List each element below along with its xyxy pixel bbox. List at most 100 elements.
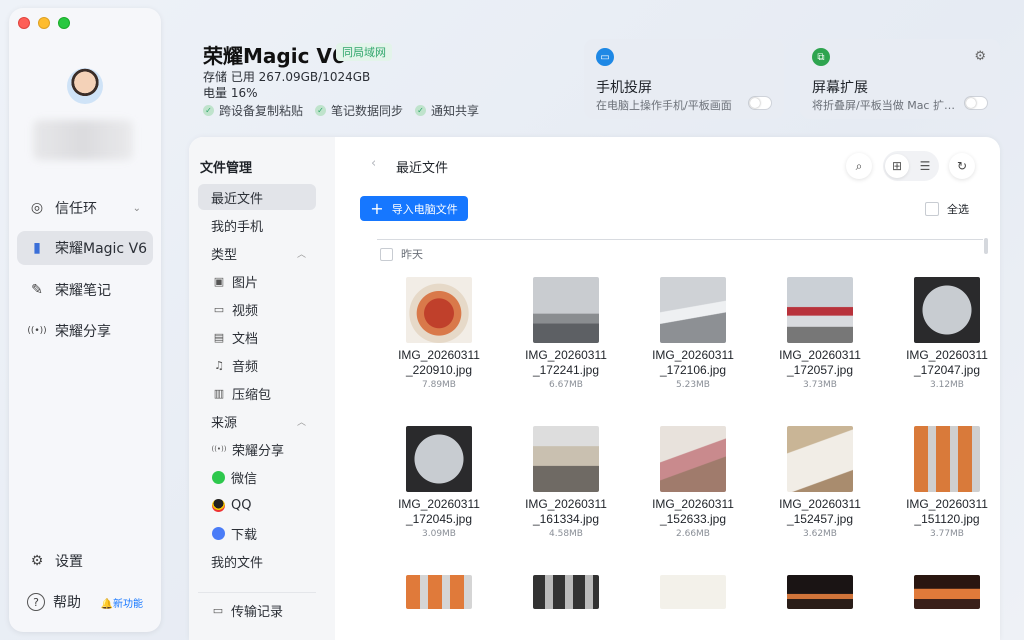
extend-screen-icon: ⧉	[812, 48, 830, 66]
sidebar-item-trust-ring[interactable]: ◎ 信任环 ⌄	[17, 191, 153, 225]
file-tile[interactable]: IMG_20260311 _172241.jpg 6.67MB	[511, 277, 621, 390]
file-nav-sources-group[interactable]: 来源 ︿	[198, 408, 316, 434]
network-badge: 同局域网	[336, 43, 392, 61]
file-thumbnail[interactable]	[914, 426, 980, 492]
file-name: IMG_20260311 _152457.jpg	[779, 497, 861, 526]
plus-icon: +	[370, 199, 384, 218]
settings-label: 设置	[55, 554, 83, 570]
file-nav-audio[interactable]: ♫ 音频	[198, 352, 316, 378]
close-window-button[interactable]	[18, 17, 30, 29]
refresh-button[interactable]: ↻	[949, 153, 975, 179]
file-name: IMG_20260311 _172241.jpg	[525, 348, 607, 377]
file-nav-wechat[interactable]: 微信	[198, 464, 316, 490]
trust-ring-icon: ◎	[30, 200, 44, 216]
file-thumbnail[interactable]	[533, 277, 599, 343]
grid-view-icon[interactable]: ⊞	[885, 154, 909, 178]
file-nav-my-phone[interactable]: 我的手机	[198, 212, 316, 238]
sidebar-item-notes[interactable]: ✎ 荣耀笔记	[17, 273, 153, 307]
file-nav-my-files[interactable]: 我的文件	[198, 548, 316, 574]
file-size: 3.77MB	[930, 529, 964, 539]
file-size: 2.66MB	[676, 529, 710, 539]
sidebar-item-share[interactable]: ((•)) 荣耀分享	[17, 314, 153, 348]
file-thumbnail[interactable]	[533, 575, 599, 609]
file-tile[interactable]	[892, 575, 1002, 609]
file-tile[interactable]: IMG_20260311 _152457.jpg 3.62MB	[765, 426, 875, 539]
file-nav-qq[interactable]: QQ	[198, 492, 316, 518]
file-thumbnail[interactable]	[660, 426, 726, 492]
check-icon: ✓	[415, 105, 427, 116]
file-thumbnail[interactable]	[660, 575, 726, 609]
date-group-label: 昨天	[401, 248, 423, 261]
screen-extend-card[interactable]: ⧉ ⚙ 屏幕扩展 将折叠屏/平板当做 Mac 扩展屏	[800, 39, 1000, 119]
file-thumbnail[interactable]	[787, 426, 853, 492]
music-icon: ♫	[214, 358, 224, 372]
file-nav-recent[interactable]: 最近文件	[198, 184, 316, 210]
file-thumbnail[interactable]	[406, 426, 472, 492]
file-tile[interactable]	[511, 575, 621, 609]
screen-mirror-card[interactable]: ▭ 手机投屏 在电脑上操作手机/平板画面	[584, 39, 784, 119]
book-icon: ▮	[33, 240, 41, 256]
import-files-button[interactable]: + 导入电脑文件	[360, 196, 468, 221]
chevron-down-icon[interactable]: ⌄	[133, 203, 141, 214]
screen-mirror-toggle[interactable]	[748, 96, 772, 110]
gear-icon[interactable]: ⚙	[974, 49, 986, 64]
select-all-checkbox[interactable]	[925, 202, 939, 216]
file-name: IMG_20260311 _161334.jpg	[525, 497, 607, 526]
file-thumbnail[interactable]	[406, 277, 472, 343]
file-tile[interactable]	[384, 575, 494, 609]
file-tile[interactable]: IMG_20260311 _172045.jpg 3.09MB	[384, 426, 494, 539]
file-tile[interactable]	[638, 575, 748, 609]
file-name: IMG_20260311 _220910.jpg	[398, 348, 480, 377]
file-thumbnail[interactable]	[787, 575, 853, 609]
feature-list: ✓ 跨设备复制粘贴 ✓ 笔记数据同步 ✓ 通知共享	[203, 102, 479, 119]
file-nav-types-group[interactable]: 类型 ︿	[198, 240, 316, 266]
search-button[interactable]: ⌕	[846, 153, 872, 179]
file-tile[interactable]: IMG_20260311 _151120.jpg 3.77MB	[892, 426, 1002, 539]
file-size: 3.62MB	[803, 529, 837, 539]
list-view-icon[interactable]: ☰	[913, 154, 937, 178]
file-tile[interactable]: IMG_20260311 _220910.jpg 7.89MB	[384, 277, 494, 390]
image-icon: ▣	[213, 274, 225, 288]
file-name: IMG_20260311 _172047.jpg	[906, 348, 988, 377]
file-tile[interactable]: IMG_20260311 _161334.jpg 4.58MB	[511, 426, 621, 539]
app-sidebar: ◎ 信任环 ⌄ ▮ 荣耀Magic V6 ✎ 荣耀笔记 ((•)) 荣耀分享 ⚙…	[9, 8, 161, 632]
file-nav-transfer-history[interactable]: ▭ 传输记录	[198, 597, 316, 623]
file-nav-images[interactable]: ▣ 图片	[198, 268, 316, 294]
help-icon: ?	[27, 593, 45, 611]
file-nav-honor-share[interactable]: ((•)) 荣耀分享	[198, 436, 316, 462]
file-thumbnail[interactable]	[787, 277, 853, 343]
device-title: 荣耀Magic V6	[203, 44, 346, 68]
pen-icon: ✎	[31, 282, 43, 298]
feature-item: ✓ 笔记数据同步	[315, 102, 403, 119]
maximize-window-button[interactable]	[58, 17, 70, 29]
file-tile[interactable]	[765, 575, 875, 609]
file-tile[interactable]: IMG_20260311 _172106.jpg 5.23MB	[638, 277, 748, 390]
file-size: 4.58MB	[549, 529, 583, 539]
minimize-window-button[interactable]	[38, 17, 50, 29]
file-nav-documents[interactable]: ▤ 文档	[198, 324, 316, 350]
file-tile[interactable]: IMG_20260311 _152633.jpg 2.66MB	[638, 426, 748, 539]
back-arrow-icon[interactable]: ‹	[371, 156, 376, 171]
group-checkbox[interactable]	[380, 247, 393, 261]
file-thumbnail[interactable]	[914, 277, 980, 343]
file-thumbnail[interactable]	[914, 575, 980, 609]
scrollbar[interactable]	[984, 238, 988, 254]
file-nav-archives[interactable]: ▥ 压缩包	[198, 380, 316, 406]
file-thumbnail[interactable]	[660, 277, 726, 343]
help-button[interactable]: ? 帮助 🔔新功能	[17, 585, 153, 619]
file-thumbnail[interactable]	[406, 575, 472, 609]
sidebar-item-magic-v6[interactable]: ▮ 荣耀Magic V6	[17, 231, 153, 265]
screen-extend-toggle[interactable]	[964, 96, 988, 110]
file-nav-videos[interactable]: ▭ 视频	[198, 296, 316, 322]
avatar[interactable]	[67, 68, 103, 104]
new-feature-badge[interactable]: 🔔新功能	[101, 595, 143, 610]
select-all[interactable]: 全选	[925, 201, 969, 217]
card-title: 手机投屏	[596, 80, 652, 96]
file-thumbnail[interactable]	[533, 426, 599, 492]
share-signal-icon: ((•))	[27, 326, 47, 336]
file-tile[interactable]: IMG_20260311 _172057.jpg 3.73MB	[765, 277, 875, 390]
file-tile[interactable]: IMG_20260311 _172047.jpg 3.12MB	[892, 277, 1002, 390]
settings-button[interactable]: ⚙ 设置	[17, 544, 153, 578]
battery-info: 电量 16%	[203, 86, 258, 100]
file-nav-downloads[interactable]: 下载	[198, 520, 316, 546]
